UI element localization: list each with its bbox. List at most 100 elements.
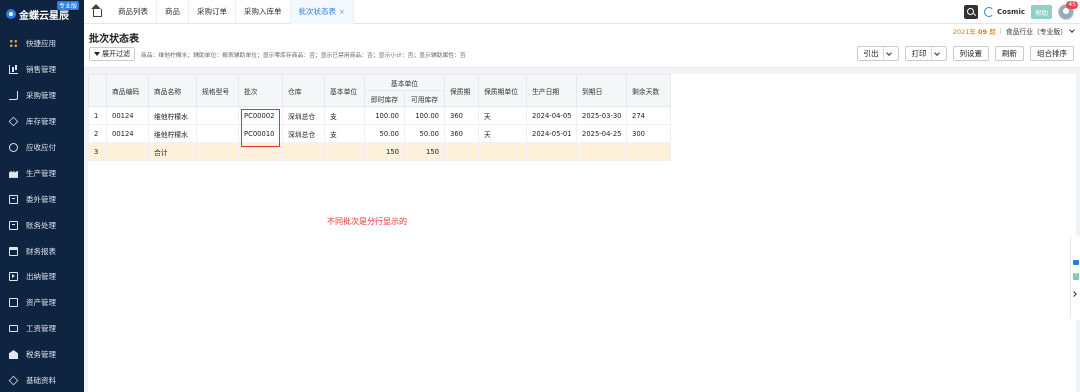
- sidebar-item-payroll[interactable]: 工资管理: [0, 316, 84, 342]
- combined-sort-button[interactable]: 组合排序: [1030, 46, 1074, 61]
- header-production-date[interactable]: 生产日期: [526, 74, 577, 107]
- tab-label: 商品: [165, 7, 180, 16]
- cell-spec: [196, 106, 239, 125]
- chevron-down-icon: [1069, 27, 1075, 33]
- sidebar-item-purchase[interactable]: 采购管理: [0, 83, 84, 109]
- industry-selector[interactable]: 食品行业（专业版）: [1006, 26, 1075, 36]
- help-question-icon[interactable]: ?: [1073, 273, 1079, 280]
- header-name[interactable]: 商品名称: [148, 74, 197, 107]
- chevron-right-icon[interactable]: [1071, 291, 1077, 297]
- cell-total-available: 150: [404, 142, 445, 161]
- header-instant-stock[interactable]: 即时库存: [364, 90, 405, 107]
- sidebar-item-label: 生产管理: [26, 168, 56, 178]
- sidebar-item-label: 出纳管理: [26, 272, 56, 282]
- brand: 金蝶云星辰 专业版: [0, 0, 84, 28]
- sidebar-item-cashier[interactable]: 出纳管理: [0, 264, 84, 290]
- inventory-cube-icon: [8, 116, 19, 127]
- total-row: 3 合计 150 150: [88, 142, 671, 161]
- sidebar-item-label: 工资管理: [26, 324, 56, 334]
- cell-instant-stock: 100.00: [364, 106, 405, 125]
- cell-total-label: 合计: [148, 142, 197, 161]
- export-button[interactable]: 引出: [856, 46, 899, 61]
- ledger-icon: [9, 220, 18, 230]
- tab-label: 批次状态表: [298, 7, 337, 16]
- print-button[interactable]: 打印: [904, 46, 947, 61]
- export-label: 引出: [863, 49, 879, 58]
- page-content: 批次状态表 2021年 09 期 | 食品行业（专业版） 展开过滤 商品：维他柠…: [84, 24, 1080, 392]
- sidebar-item-receivable[interactable]: 应收应付: [0, 135, 84, 161]
- cell-code: 00124: [106, 106, 149, 125]
- batch-status-table: 商品编码 商品名称 规格型号 批次 仓库 基本单位 基本单位 保质期 保质期单位…: [88, 74, 671, 161]
- cell-warehouse: 深圳总仓: [282, 124, 325, 143]
- tab-purchase-receipt[interactable]: 采购入库单: [236, 0, 291, 24]
- cell-available-stock: 100.00: [404, 106, 445, 125]
- tab-product[interactable]: 商品: [157, 0, 189, 24]
- column-settings-button[interactable]: 列设置: [952, 46, 989, 61]
- table-row[interactable]: 1 00124 维他柠檬水 PC00002 深圳总仓 支 100.00 100.…: [88, 106, 671, 125]
- sidebar-item-label: 财务报表: [26, 246, 56, 256]
- top-right-tools: Cosmic 帮助 45: [964, 1, 1078, 21]
- export-dropdown[interactable]: [882, 47, 892, 60]
- search-icon[interactable]: [964, 5, 979, 19]
- print-dropdown[interactable]: [930, 47, 940, 60]
- tab-bar: 商品列表 商品 采购订单 采购入库单 批次状态表 ×: [110, 0, 354, 24]
- expand-filter-button[interactable]: 展开过滤: [89, 47, 135, 61]
- cell-shelf-life: 360: [444, 106, 479, 125]
- sidebar-item-outsource[interactable]: 委外管理: [0, 186, 84, 212]
- header-expiry-date[interactable]: 到期日: [576, 74, 627, 107]
- header-remaining-days[interactable]: 剩余天数: [626, 74, 671, 107]
- header-base-unit[interactable]: 基本单位: [324, 74, 365, 107]
- sidebar-nav: 快捷应用 销售管理 采购管理 库存管理 应收应付 生产管理 委外管理 账务处理 …: [0, 31, 84, 392]
- side-float-panel[interactable]: ?: [1070, 236, 1080, 320]
- header-spec[interactable]: 规格型号: [196, 74, 239, 107]
- sidebar-item-tax[interactable]: 税务管理: [0, 342, 84, 368]
- accounting-period[interactable]: 2021年 09 期: [953, 26, 996, 36]
- refresh-button[interactable]: 刷新: [995, 46, 1024, 61]
- sidebar-item-ledger[interactable]: 账务处理: [0, 212, 84, 238]
- home-icon[interactable]: [84, 0, 110, 24]
- sidebar-item-finance-report[interactable]: 财务报表: [0, 238, 84, 264]
- tab-batch-status[interactable]: 批次状态表 ×: [290, 0, 354, 24]
- sidebar-item-asset[interactable]: 资产管理: [0, 290, 84, 316]
- sidebar-item-sales[interactable]: 销售管理: [0, 57, 84, 83]
- sidebar-item-label: 账务处理: [26, 220, 56, 230]
- tab-label: 采购订单: [197, 7, 227, 16]
- chat-icon[interactable]: [1073, 260, 1079, 265]
- help-button[interactable]: 帮助: [1031, 5, 1052, 19]
- cosmic-link[interactable]: Cosmic: [984, 7, 1025, 17]
- header-seq: [88, 74, 107, 107]
- cosmic-label: Cosmic: [997, 8, 1025, 16]
- chevron-down-icon: [886, 49, 892, 56]
- close-icon[interactable]: ×: [339, 8, 345, 16]
- sidebar-item-quick-apps[interactable]: 快捷应用: [0, 31, 84, 57]
- sidebar-item-production[interactable]: 生产管理: [0, 160, 84, 186]
- cell-shelf-life: 360: [444, 124, 479, 143]
- separator: |: [999, 27, 1002, 35]
- header-shelf-life-unit[interactable]: 保质期单位: [478, 74, 527, 107]
- sidebar-item-base-data[interactable]: 基础资料: [0, 368, 84, 392]
- cell-name: 维他柠檬水: [148, 124, 197, 143]
- cell-unit: [324, 142, 365, 161]
- header-warehouse[interactable]: 仓库: [282, 74, 325, 107]
- sales-chart-icon: [9, 65, 18, 75]
- report-icon: [9, 246, 18, 256]
- header-available-stock[interactable]: 可用库存: [404, 90, 445, 107]
- header-code[interactable]: 商品编码: [106, 74, 149, 107]
- top-bar: 商品列表 商品 采购订单 采购入库单 批次状态表 × Cosmic 帮助 45: [84, 0, 1080, 24]
- table-row[interactable]: 2 00124 维他柠檬水 PC00010 深圳总仓 支 50.00 50.00…: [88, 124, 671, 143]
- header-batch[interactable]: 批次: [238, 74, 283, 107]
- avatar[interactable]: 45: [1058, 1, 1078, 20]
- tab-product-list[interactable]: 商品列表: [110, 0, 157, 24]
- cell-production-date: [526, 142, 577, 161]
- tab-purchase-order[interactable]: 采购订单: [189, 0, 236, 24]
- period-value: 09: [978, 28, 988, 36]
- edition-badge: 专业版: [56, 1, 79, 10]
- sidebar-item-inventory[interactable]: 库存管理: [0, 109, 84, 135]
- batch-highlight-box: [241, 109, 280, 147]
- cell-shelf-life-unit: [478, 142, 527, 161]
- header-shelf-life[interactable]: 保质期: [444, 74, 479, 107]
- sidebar-item-label: 委外管理: [26, 194, 56, 204]
- cell-seq: 1: [88, 106, 107, 125]
- page-title: 批次状态表: [89, 34, 139, 45]
- filter-button-label: 展开过滤: [102, 50, 130, 58]
